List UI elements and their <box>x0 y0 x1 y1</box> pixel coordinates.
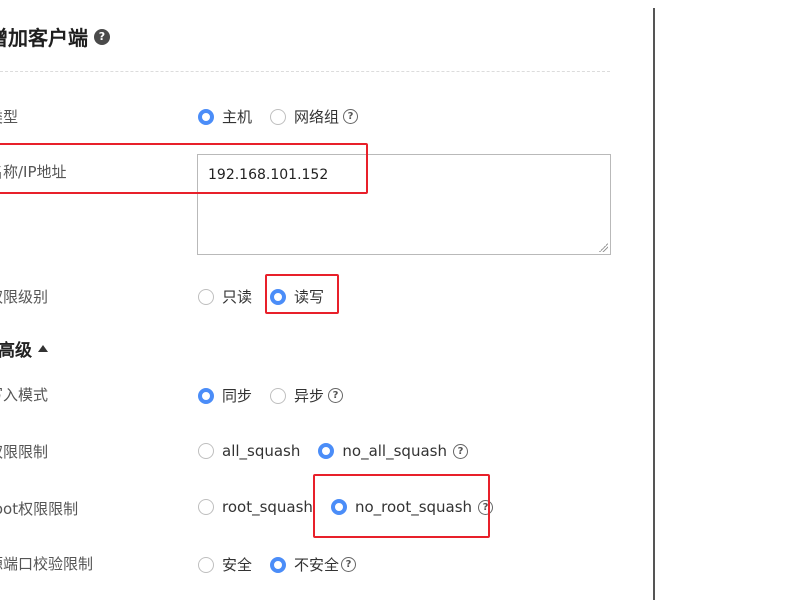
type-radio-group: 主机 网络组 ? <box>198 106 359 127</box>
radio-unchecked-icon[interactable] <box>270 108 287 125</box>
dialog-title: 增加客户端 ? <box>0 22 110 51</box>
write-mode-option-async[interactable]: 异步 <box>270 385 324 406</box>
root-permission-limit-label: root权限限制 <box>0 500 79 518</box>
source-port-radio-group: 安全 不安全 ? <box>198 554 357 575</box>
insecure-help-icon[interactable]: ? <box>341 557 357 572</box>
resize-grip-icon[interactable] <box>598 242 608 252</box>
root-permission-radio-group: root_squash no_root_squash ? <box>198 498 494 516</box>
dialog-title-text: 增加客户端 <box>0 26 88 50</box>
title-divider <box>0 71 610 72</box>
write-mode-radio-group: 同步 异步 ? <box>198 385 344 406</box>
type-label: 类型 <box>0 108 19 126</box>
radio-unchecked-icon[interactable] <box>198 556 214 573</box>
permission-option-readwrite[interactable]: 读写 <box>270 286 324 307</box>
name-ip-value: 192.168.101.152 <box>208 167 329 183</box>
option-no-all-squash[interactable]: no_all_squash <box>318 442 447 460</box>
permission-option-readonly[interactable]: 只读 <box>198 286 252 307</box>
no-root-squash-help-icon[interactable]: ? <box>478 499 494 515</box>
option-no-root-squash[interactable]: no_root_squash <box>330 498 472 516</box>
radio-checked-icon[interactable] <box>198 108 214 125</box>
netgroup-help-icon[interactable]: ? <box>343 109 359 124</box>
advanced-section-toggle[interactable]: 高级 <box>0 336 48 361</box>
radio-checked-icon[interactable] <box>198 387 214 404</box>
source-port-check-label: 源端口校验限制 <box>0 555 94 573</box>
async-help-icon[interactable]: ? <box>328 388 344 403</box>
no-all-squash-help-icon[interactable]: ? <box>452 443 468 459</box>
option-insecure[interactable]: 不安全 <box>270 554 339 575</box>
option-secure[interactable]: 安全 <box>198 554 252 575</box>
permission-level-radio-group: 只读 读写 <box>198 286 324 307</box>
title-help-icon[interactable]: ? <box>94 28 110 45</box>
permission-limit-radio-group: all_squash no_all_squash ? <box>198 442 468 460</box>
type-option-host[interactable]: 主机 <box>198 106 252 127</box>
write-mode-option-sync[interactable]: 同步 <box>198 385 252 406</box>
name-ip-label: 名称/IP地址 <box>0 163 67 181</box>
radio-checked-icon[interactable] <box>270 556 287 573</box>
radio-checked-icon[interactable] <box>330 499 347 515</box>
name-ip-textarea[interactable]: 192.168.101.152 <box>197 154 611 255</box>
permission-level-label: 权限级别 <box>0 288 49 306</box>
radio-unchecked-icon[interactable] <box>198 499 214 515</box>
option-all-squash[interactable]: all_squash <box>198 442 300 460</box>
type-option-netgroup[interactable]: 网络组 <box>270 106 339 127</box>
write-mode-label: 写入模式 <box>0 386 49 404</box>
advanced-section-label: 高级 <box>0 341 32 361</box>
radio-checked-icon[interactable] <box>318 443 335 459</box>
radio-unchecked-icon[interactable] <box>198 288 214 305</box>
permission-limit-label: 权限限制 <box>0 443 49 461</box>
radio-checked-icon[interactable] <box>270 288 287 305</box>
radio-unchecked-icon[interactable] <box>270 387 287 404</box>
option-root-squash[interactable]: root_squash <box>198 498 313 516</box>
radio-unchecked-icon[interactable] <box>198 443 214 459</box>
caret-up-icon[interactable] <box>38 345 48 352</box>
panel-divider <box>653 8 655 600</box>
